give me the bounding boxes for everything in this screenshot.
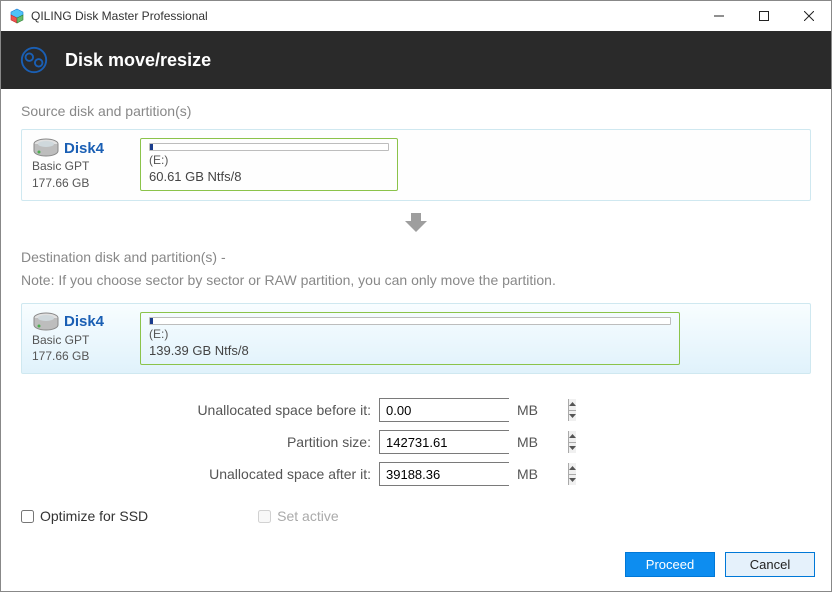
- disk-meta: Disk4 Basic GPT 177.66 GB: [32, 138, 130, 192]
- usage-bar: [149, 143, 389, 151]
- partition-drive: (E:): [149, 327, 671, 341]
- arrow-wrap: [21, 201, 811, 247]
- set-active-checkbox: Set active: [258, 508, 338, 524]
- app-title: QILING Disk Master Professional: [31, 9, 208, 23]
- partition-drive: (E:): [149, 153, 389, 167]
- unit-label: MB: [517, 434, 538, 450]
- page-header: Disk move/resize: [1, 31, 831, 89]
- field-after: Unallocated space after it: MB: [21, 462, 811, 486]
- disk-icon: [32, 312, 60, 332]
- dest-partition[interactable]: (E:) 139.39 GB Ntfs/8: [140, 312, 680, 365]
- chevron-down-icon: [569, 414, 576, 418]
- spin-up-button[interactable]: [569, 463, 576, 474]
- disk-size: 177.66 GB: [32, 175, 130, 192]
- minimize-button[interactable]: [696, 1, 741, 31]
- footer: Proceed Cancel: [1, 542, 831, 591]
- options: Optimize for SSD Set active: [21, 508, 811, 524]
- field-label: Unallocated space after it:: [21, 466, 371, 482]
- active-label: Set active: [277, 508, 338, 524]
- field-label: Partition size:: [21, 434, 371, 450]
- size-fields: Unallocated space before it: MB Partitio…: [21, 398, 811, 486]
- dest-section-label: Destination disk and partition(s) -: [21, 247, 811, 268]
- after-input[interactable]: [380, 463, 568, 485]
- before-input[interactable]: [380, 399, 568, 421]
- close-button[interactable]: [786, 1, 831, 31]
- usage-bar: [149, 317, 671, 325]
- optimize-ssd-checkbox[interactable]: Optimize for SSD: [21, 508, 148, 524]
- unit-label: MB: [517, 466, 538, 482]
- maximize-icon: [759, 11, 769, 21]
- size-spinner[interactable]: [379, 430, 509, 454]
- disk-name: Disk4: [64, 313, 104, 330]
- chevron-up-icon: [569, 434, 576, 438]
- disk-size: 177.66 GB: [32, 348, 130, 365]
- chevron-down-icon: [569, 478, 576, 482]
- size-input[interactable]: [380, 431, 568, 453]
- field-label: Unallocated space before it:: [21, 402, 371, 418]
- spin-down-button[interactable]: [569, 442, 576, 454]
- app-icon: [9, 8, 25, 24]
- spin-up-button[interactable]: [569, 431, 576, 442]
- disk-icon: [32, 138, 60, 158]
- partition-info: 139.39 GB Ntfs/8: [149, 343, 671, 358]
- proceed-button[interactable]: Proceed: [625, 552, 715, 577]
- dest-disk-card[interactable]: Disk4 Basic GPT 177.66 GB (E:) 139.39 GB…: [21, 303, 811, 375]
- disk-meta: Disk4 Basic GPT 177.66 GB: [32, 312, 130, 366]
- spin-down-button[interactable]: [569, 474, 576, 486]
- source-disk-card[interactable]: Disk4 Basic GPT 177.66 GB (E:) 60.61 GB …: [21, 129, 811, 201]
- active-check-input: [258, 510, 271, 523]
- close-icon: [804, 11, 814, 21]
- spin-up-button[interactable]: [569, 399, 576, 410]
- content: Source disk and partition(s) Disk4 Basic…: [1, 89, 831, 542]
- spin-down-button[interactable]: [569, 410, 576, 422]
- before-spinner[interactable]: [379, 398, 509, 422]
- arrow-down-icon: [403, 211, 429, 233]
- chevron-up-icon: [569, 466, 576, 470]
- dest-note: Note: If you choose sector by sector or …: [21, 270, 811, 291]
- partition-info: 60.61 GB Ntfs/8: [149, 169, 389, 184]
- chevron-up-icon: [569, 402, 576, 406]
- cancel-button[interactable]: Cancel: [725, 552, 815, 577]
- titlebar: QILING Disk Master Professional: [1, 1, 831, 31]
- chevron-down-icon: [569, 446, 576, 450]
- minimize-icon: [714, 11, 724, 21]
- clone-icon: [19, 45, 49, 75]
- field-before: Unallocated space before it: MB: [21, 398, 811, 422]
- disk-type: Basic GPT: [32, 332, 130, 349]
- unit-label: MB: [517, 402, 538, 418]
- field-size: Partition size: MB: [21, 430, 811, 454]
- disk-type: Basic GPT: [32, 158, 130, 175]
- ssd-check-input[interactable]: [21, 510, 34, 523]
- source-section-label: Source disk and partition(s): [21, 103, 811, 119]
- source-partition[interactable]: (E:) 60.61 GB Ntfs/8: [140, 138, 398, 191]
- page-title: Disk move/resize: [65, 50, 211, 71]
- after-spinner[interactable]: [379, 462, 509, 486]
- ssd-label: Optimize for SSD: [40, 508, 148, 524]
- disk-name: Disk4: [64, 140, 104, 157]
- maximize-button[interactable]: [741, 1, 786, 31]
- app-window: QILING Disk Master Professional Disk mov…: [0, 0, 832, 592]
